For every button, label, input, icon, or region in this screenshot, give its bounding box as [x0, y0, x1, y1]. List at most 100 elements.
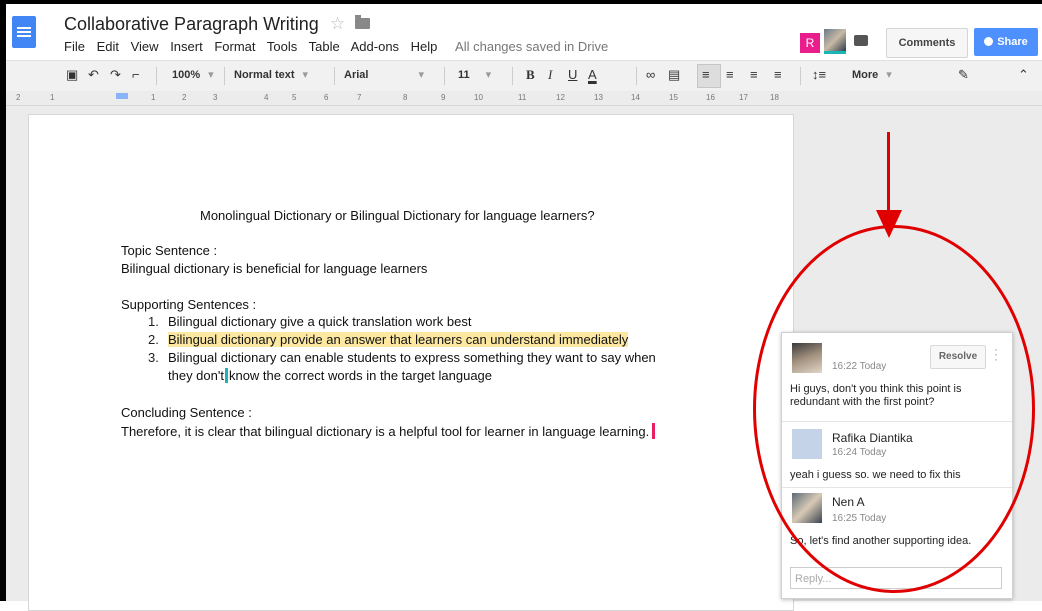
menu-view[interactable]: View	[131, 39, 159, 54]
more-menu-button[interactable]: More ▾	[852, 68, 892, 81]
bold-icon[interactable]: B	[526, 67, 535, 83]
toolbar-divider	[224, 67, 225, 85]
pen-edit-icon[interactable]: ✎	[958, 67, 969, 83]
document-heading[interactable]: Monolingual Dictionary or Bilingual Dict…	[200, 208, 595, 223]
list-item[interactable]: Bilingual dictionary give a quick transl…	[168, 314, 472, 329]
comment-icon[interactable]: ▤	[668, 67, 680, 83]
toolbar-divider	[156, 67, 157, 85]
style-select[interactable]: Normal text ▾	[234, 68, 308, 81]
align-justify-icon[interactable]: ≡	[774, 67, 782, 82]
chevron-down-icon: ▾	[418, 69, 424, 81]
ruler-tick: 2	[16, 93, 21, 102]
toolbar-divider	[334, 67, 335, 85]
menu-help[interactable]: Help	[411, 39, 438, 54]
ruler-tick: 7	[357, 93, 362, 102]
continuation-text-a: they don't	[168, 368, 224, 383]
app-header: Collaborative Paragraph Writing ☆ File E…	[6, 4, 1042, 60]
style-value: Normal text	[234, 69, 295, 81]
concluding-sentence-label[interactable]: Concluding Sentence :	[121, 405, 252, 420]
commenter-avatar	[792, 429, 822, 459]
ruler-tick: 11	[518, 93, 527, 102]
ruler-tick: 1	[151, 93, 156, 102]
collaborator-cursor	[652, 423, 656, 439]
chevron-down-icon: ▾	[302, 69, 309, 81]
concluding-sentence-line[interactable]: Therefore, it is clear that bilingual di…	[121, 423, 656, 439]
menu-insert[interactable]: Insert	[170, 39, 203, 54]
align-right-icon[interactable]: ≡	[750, 67, 758, 82]
continuation-text-b: know the correct words in the target lan…	[228, 368, 493, 383]
toolbar-divider	[636, 67, 637, 85]
zoom-value: 100%	[172, 69, 201, 81]
commenter-avatar	[792, 493, 822, 523]
indent-marker[interactable]	[116, 93, 128, 99]
list-item-highlighted[interactable]: Bilingual dictionary provide an answer t…	[168, 332, 629, 347]
comment-author: Nen A	[832, 495, 865, 509]
ruler-tick: 13	[594, 93, 603, 102]
save-status: All changes saved in Drive	[455, 39, 609, 54]
ruler-tick: 2	[182, 93, 187, 102]
topic-sentence-label[interactable]: Topic Sentence :	[121, 243, 217, 258]
comment-text: Hi guys, don't you think this point is r…	[790, 383, 962, 408]
more-vert-icon[interactable]: · · ·	[994, 343, 998, 365]
chevron-down-icon: ▾	[208, 69, 214, 81]
share-label: Share	[997, 36, 1028, 48]
toolbar-divider	[512, 67, 513, 85]
text-color-icon[interactable]: A	[588, 67, 597, 82]
menu-format[interactable]: Format	[214, 39, 255, 54]
comment-time: 16:25 Today	[832, 513, 887, 524]
undo-icon[interactable]: ↶	[88, 67, 99, 83]
align-left-icon[interactable]: ≡	[702, 67, 710, 82]
menu-table[interactable]: Table	[309, 39, 340, 54]
redo-icon[interactable]: ↷	[110, 67, 121, 83]
comment-thread-panel[interactable]: 16:22 Today Resolve · · · Hi guys, don't y…	[781, 332, 1013, 599]
underline-icon[interactable]: U	[568, 67, 577, 82]
list-number: 1.	[148, 314, 159, 329]
align-center-icon[interactable]: ≡	[726, 67, 734, 82]
document-page[interactable]: Monolingual Dictionary or Bilingual Dict…	[28, 114, 794, 611]
collaborator-photo-avatar[interactable]	[824, 29, 846, 54]
list-item-continuation[interactable]: they don't know the correct words in the …	[168, 368, 492, 383]
toolbar-divider	[800, 67, 801, 85]
italic-icon[interactable]: I	[548, 67, 552, 83]
list-number: 2.	[148, 332, 159, 347]
menu-addons[interactable]: Add-ons	[351, 39, 399, 54]
line-spacing-icon[interactable]: ↕≡	[812, 67, 826, 82]
docs-logo-icon[interactable]	[12, 16, 36, 48]
zoom-select[interactable]: 100% ▾	[172, 68, 214, 81]
comment-divider	[782, 487, 1012, 488]
font-size-select[interactable]: 11 ▾	[458, 68, 491, 81]
paint-format-icon[interactable]: ⌐	[132, 67, 140, 82]
ruler-tick: 1	[50, 93, 55, 102]
menu-bar: File Edit View Insert Format Tools Table…	[64, 39, 608, 54]
font-select[interactable]: Arial ▾	[344, 68, 424, 81]
chat-icon[interactable]	[854, 35, 868, 46]
resolve-button[interactable]: Resolve	[930, 345, 986, 369]
supporting-sentences-label[interactable]: Supporting Sentences :	[121, 297, 256, 312]
folder-icon[interactable]	[355, 15, 370, 29]
comments-button[interactable]: Comments	[886, 28, 968, 58]
collaborator-avatar[interactable]: R	[800, 33, 820, 53]
topic-sentence-text[interactable]: Bilingual dictionary is beneficial for l…	[121, 261, 427, 276]
more-label: More	[852, 69, 879, 81]
reply-input[interactable]: Reply...	[790, 567, 1002, 589]
menu-tools[interactable]: Tools	[267, 39, 297, 54]
commenter-avatar	[792, 343, 822, 373]
share-button[interactable]: Share	[974, 28, 1038, 56]
star-icon[interactable]: ☆	[330, 14, 345, 34]
collaborator-cursor	[224, 368, 228, 383]
comment-time: 16:22 Today	[832, 361, 887, 372]
list-item[interactable]: Bilingual dictionary can enable students…	[168, 350, 656, 365]
ruler-tick: 10	[474, 93, 483, 102]
annotation-arrow-head-icon	[876, 210, 902, 238]
link-icon[interactable]: ∞	[646, 67, 655, 82]
ruler-tick: 18	[770, 93, 779, 102]
menu-edit[interactable]: Edit	[97, 39, 119, 54]
comment-time: 16:24 Today	[832, 447, 887, 458]
commented-highlight[interactable]: Bilingual dictionary provide an answer t…	[168, 332, 629, 347]
ruler-tick: 9	[441, 93, 446, 102]
ruler-tick: 17	[739, 93, 748, 102]
collapse-chevron-icon[interactable]: ⌃	[1018, 67, 1029, 83]
print-icon[interactable]: ▣	[66, 67, 78, 83]
document-title[interactable]: Collaborative Paragraph Writing	[64, 14, 319, 35]
menu-file[interactable]: File	[64, 39, 85, 54]
